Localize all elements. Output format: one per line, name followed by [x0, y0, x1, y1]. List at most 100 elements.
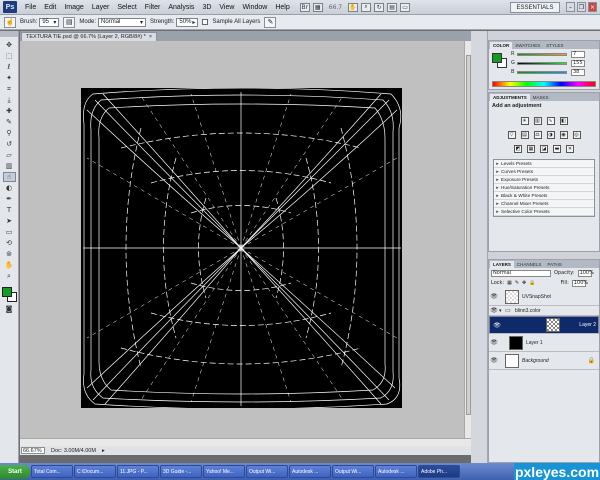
eyedropper-tool-icon[interactable]: ⤓: [3, 95, 16, 105]
blue-slider[interactable]: [517, 70, 567, 74]
preset-item[interactable]: ▸ Selective Color Presets: [494, 208, 594, 216]
expand-arrow-icon[interactable]: ▸: [494, 201, 501, 207]
3d-rotate-tool-icon[interactable]: ⟲: [3, 238, 16, 248]
posterize-icon[interactable]: ▦: [527, 145, 535, 153]
gradient-map-icon[interactable]: ▬: [553, 145, 561, 153]
tab-color[interactable]: COLOR: [490, 42, 513, 49]
preset-item[interactable]: ▸ Hue/Saturation Presets: [494, 184, 594, 192]
quick-select-tool-icon[interactable]: ✦: [3, 73, 16, 83]
lock-transparency-icon[interactable]: ▦: [507, 280, 512, 286]
eye-icon[interactable]: 👁: [489, 357, 499, 364]
tab-layers[interactable]: LAYERS: [490, 261, 514, 268]
eraser-tool-icon[interactable]: ▱: [3, 150, 16, 160]
red-slider[interactable]: [517, 52, 567, 56]
taskbar-item[interactable]: C:\Docum...: [74, 465, 116, 478]
smudge-tool-icon[interactable]: ☝: [2, 172, 16, 182]
close-icon[interactable]: ×: [588, 2, 597, 12]
lock-position-icon[interactable]: ✥: [522, 280, 526, 286]
canvas-pasteboard[interactable]: [20, 41, 464, 438]
taskbar-item[interactable]: 3D Guide -...: [160, 465, 202, 478]
menu-help[interactable]: Help: [271, 4, 293, 11]
minibridge-icon[interactable]: ▦: [312, 2, 323, 12]
preset-item[interactable]: ▸ Black & White Presets: [494, 192, 594, 200]
green-value[interactable]: 155: [571, 59, 585, 67]
restore-icon[interactable]: ❐: [577, 2, 586, 12]
status-arrow-icon[interactable]: ▸: [102, 448, 105, 454]
preset-item[interactable]: ▸ Curves Presets: [494, 168, 594, 176]
layer-group-blinn3[interactable]: 👁 ▾ ▭ blinn3.color: [489, 306, 599, 316]
gradient-tool-icon[interactable]: ▥: [3, 161, 16, 171]
mode-select[interactable]: Normal ▾: [98, 17, 147, 27]
history-brush-tool-icon[interactable]: ↺: [3, 139, 16, 149]
menu-file[interactable]: File: [21, 4, 40, 11]
zoom-readout[interactable]: 66.7: [326, 4, 345, 11]
exposure-icon[interactable]: ◧: [559, 117, 568, 125]
menu-edit[interactable]: Edit: [40, 4, 60, 11]
move-tool-icon[interactable]: ✥: [3, 40, 16, 50]
tab-styles[interactable]: STYLES: [543, 42, 566, 49]
dodge-tool-icon[interactable]: ◐: [3, 183, 16, 193]
layer-row-layer1[interactable]: 👁 Layer 1: [489, 334, 599, 352]
clone-stamp-tool-icon[interactable]: ⚲: [3, 128, 16, 138]
preset-item[interactable]: ▸ Levels Presets: [494, 160, 594, 168]
hand-tool-icon[interactable]: ✋: [348, 2, 359, 12]
color-balance-icon[interactable]: ⚖: [533, 131, 542, 139]
menu-image[interactable]: Image: [60, 4, 87, 11]
rotate-view-icon[interactable]: ↻: [374, 2, 385, 12]
lock-all-icon[interactable]: 🔒: [529, 280, 535, 286]
hand-tool-icon-left[interactable]: ✋: [3, 260, 16, 270]
tab-close-icon[interactable]: ×: [149, 34, 152, 40]
expand-arrow-icon[interactable]: ▸: [494, 185, 501, 191]
red-value[interactable]: 7: [571, 50, 585, 58]
panel-foreground-swatch[interactable]: [492, 53, 502, 63]
taskbar-item[interactable]: Output Wi...: [332, 465, 374, 478]
eye-icon[interactable]: 👁: [489, 307, 499, 314]
photo-filter-icon[interactable]: ◉: [559, 131, 568, 139]
expand-arrow-icon[interactable]: ▸: [494, 193, 501, 199]
taskbar-item[interactable]: Yahoo! Me...: [203, 465, 245, 478]
finger-painting-icon[interactable]: ✎: [264, 16, 277, 28]
crop-tool-icon[interactable]: ⌗: [3, 84, 16, 94]
black-white-icon[interactable]: ◑: [546, 131, 555, 139]
layer-name[interactable]: blinn3.color: [515, 308, 541, 314]
layer-name[interactable]: Background: [522, 358, 549, 364]
levels-icon[interactable]: ▥: [533, 117, 542, 125]
path-select-tool-icon[interactable]: ➤: [3, 216, 16, 226]
layer-row-layer2[interactable]: 👁 Layer 2: [489, 316, 599, 334]
uv-wireframe-artwork[interactable]: [81, 88, 402, 408]
shape-tool-icon[interactable]: ▭: [3, 227, 16, 237]
lock-pixels-icon[interactable]: ✎: [515, 280, 519, 286]
hue-saturation-icon[interactable]: ▤: [520, 131, 529, 139]
invert-icon[interactable]: ◩: [514, 145, 522, 153]
type-tool-icon[interactable]: T: [3, 205, 16, 215]
layer-name[interactable]: UVSnapShot: [522, 294, 551, 300]
smudge-tool-preset-icon[interactable]: ☝: [4, 16, 16, 28]
3d-orbit-tool-icon[interactable]: ⊚: [3, 249, 16, 259]
taskbar-item[interactable]: Autodesk ...: [375, 465, 417, 478]
opacity-input[interactable]: 100%: [577, 269, 594, 277]
brightness-icon[interactable]: ☀: [520, 117, 529, 125]
tab-channels[interactable]: CHANNELS: [514, 261, 545, 268]
taskbar-item-active[interactable]: Adobe Ph...: [418, 465, 460, 478]
menu-select[interactable]: Select: [113, 4, 140, 11]
zoom-tool-icon-left[interactable]: ⌕: [3, 271, 16, 281]
pen-tool-icon[interactable]: ✒: [3, 194, 16, 204]
selective-color-icon[interactable]: ✕: [566, 145, 574, 153]
menu-3d[interactable]: 3D: [198, 4, 215, 11]
status-zoom-field[interactable]: 66.67%: [21, 447, 45, 454]
horizontal-scrollbar[interactable]: [20, 438, 471, 446]
expand-arrow-icon[interactable]: ▸: [494, 161, 501, 167]
fill-input[interactable]: 100%: [571, 279, 588, 287]
expand-arrow-icon[interactable]: ▸: [494, 209, 501, 215]
healing-brush-tool-icon[interactable]: ✚: [3, 106, 16, 116]
curves-icon[interactable]: ∿: [546, 117, 555, 125]
menu-window[interactable]: Window: [238, 4, 271, 11]
workspace-switcher[interactable]: ESSENTIALS: [510, 2, 560, 13]
preset-item[interactable]: ▸ Channel Mixer Presets: [494, 200, 594, 208]
brush-picker[interactable]: 95 ▾: [39, 17, 60, 27]
layer-name[interactable]: Layer 1: [526, 340, 543, 346]
layer-row-uvsnapshot[interactable]: 👁 UVSnapShot: [489, 288, 599, 306]
screen-mode-icon[interactable]: ▭: [400, 2, 411, 12]
taskbar-item[interactable]: Output Wi...: [246, 465, 288, 478]
taskbar-item[interactable]: 11.JPG - P...: [117, 465, 159, 478]
